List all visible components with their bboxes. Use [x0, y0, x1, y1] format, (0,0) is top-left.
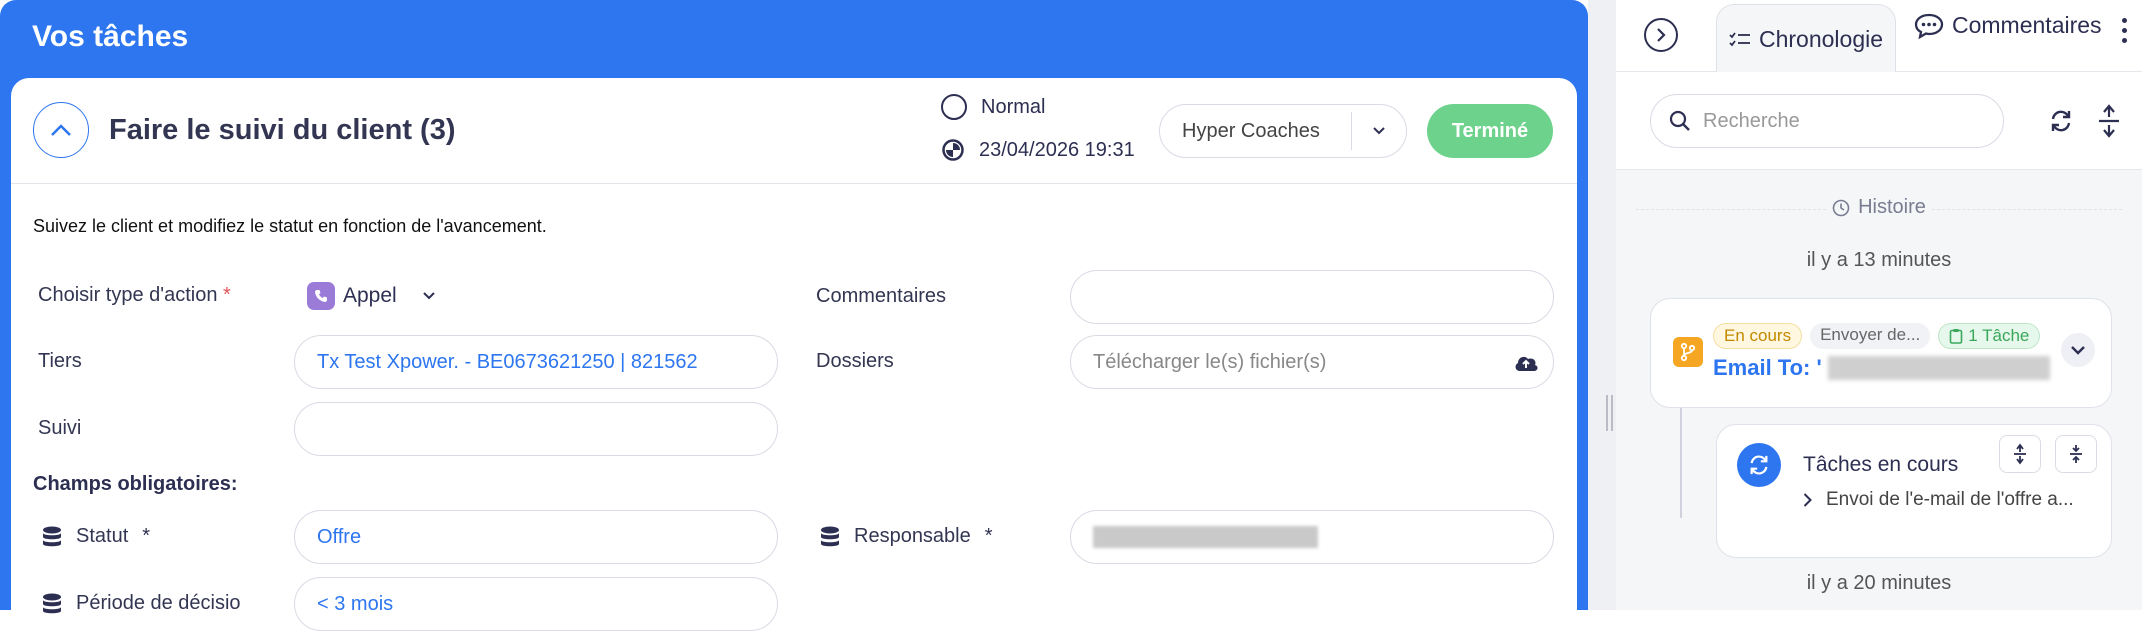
- task-card: Faire le suivi du client (3) Normal 23/0…: [11, 78, 1577, 631]
- periode-label-text: Période de décisio: [76, 592, 241, 614]
- subtask-card[interactable]: Tâches en cours Envoi de l'e-mail de l'o…: [1716, 424, 2112, 558]
- event-title: Email To: ': [1713, 355, 2050, 381]
- clipboard-icon: [1949, 329, 1963, 344]
- task-count-label: 1 Tâche: [1968, 326, 2030, 345]
- resize-handle[interactable]: [1606, 395, 1616, 431]
- action-type-label-text: Choisir type d'action: [38, 284, 218, 306]
- panel-title: Vos tâches: [32, 20, 189, 53]
- tab-label: Chronologie: [1759, 26, 1884, 52]
- done-button[interactable]: Terminé: [1427, 104, 1553, 158]
- tasks-panel: Vos tâches Faire le suivi du client (3) …: [0, 0, 1588, 631]
- priority-label: Normal: [981, 95, 1046, 118]
- suivi-field[interactable]: [294, 402, 778, 456]
- due-date: 23/04/2026 19:31: [941, 138, 1135, 162]
- comments-label: Commentaires: [816, 285, 947, 307]
- cloud-upload-icon[interactable]: [1513, 353, 1539, 373]
- tab-label: Commentaires: [1952, 12, 2102, 38]
- chevron-right-icon: [1657, 28, 1666, 42]
- team-select[interactable]: Hyper Coaches: [1159, 104, 1407, 158]
- event-time-ago: il y a 20 minutes: [1806, 572, 1952, 594]
- search-placeholder: Recherche: [1703, 109, 1800, 132]
- periode-label: Période de décisio: [42, 592, 241, 621]
- files-placeholder: Télécharger le(s) fichier(s): [1093, 350, 1327, 373]
- sync-icon: [1737, 443, 1781, 487]
- tiers-label: Tiers: [38, 350, 82, 372]
- collapse-button[interactable]: [33, 102, 89, 158]
- divider: [11, 183, 1577, 184]
- required-mark: *: [142, 525, 151, 547]
- responsable-field[interactable]: [1070, 510, 1554, 564]
- priority-radio-icon[interactable]: [941, 94, 967, 120]
- files-upload-field[interactable]: Télécharger le(s) fichier(s): [1070, 335, 1554, 389]
- action-type-label: Choisir type d'action *: [38, 284, 231, 307]
- timeline-connector: [1680, 408, 1682, 518]
- chevron-right-icon: [1803, 493, 1812, 507]
- required-mark: *: [223, 284, 231, 306]
- redacted-email: [1827, 356, 2050, 380]
- activity-sidebar: Chronologie Commentaires Recherche Histo…: [1616, 0, 2142, 610]
- team-select-value: Hyper Coaches: [1182, 119, 1320, 142]
- search-input[interactable]: Recherche: [1650, 94, 2004, 148]
- subtask-title: Tâches en cours: [1803, 453, 1959, 476]
- responsable-label-text: Responsable: [854, 525, 971, 547]
- tab-chronologie[interactable]: Chronologie: [1716, 4, 1896, 74]
- status-badge: En cours: [1713, 323, 1803, 349]
- expand-icon: [2014, 443, 2026, 465]
- event-badges: En cours Envoyer de... 1 Tâche: [1713, 323, 2041, 349]
- tab-commentaires[interactable]: Commentaires: [1914, 12, 2114, 39]
- search-icon: [1669, 110, 1690, 131]
- event-time-ago: il y a 13 minutes: [1806, 249, 1952, 271]
- collapse-subtasks-button[interactable]: [2055, 435, 2097, 473]
- database-icon: [43, 526, 61, 546]
- statut-field[interactable]: Offre: [294, 510, 778, 564]
- action-type-select[interactable]: Appel: [307, 282, 435, 310]
- panel-splitter[interactable]: [1588, 0, 1616, 610]
- history-header: Histoire: [1616, 196, 2142, 219]
- chevron-down-icon[interactable]: [423, 292, 435, 300]
- due-date-value: 23/04/2026 19:31: [979, 138, 1135, 161]
- redacted-value: [1093, 526, 1318, 548]
- statut-label-text: Statut: [76, 525, 129, 547]
- history-icon: [1832, 199, 1850, 216]
- action-badge: Envoyer de...: [1810, 323, 1931, 349]
- database-icon: [821, 526, 839, 546]
- required-mark: *: [984, 525, 993, 547]
- comments-field[interactable]: [1070, 270, 1554, 324]
- action-type-value: Appel: [343, 284, 397, 307]
- history-label: Histoire: [1858, 196, 1926, 218]
- checklist-icon: [1729, 31, 1750, 46]
- refresh-icon[interactable]: [2046, 106, 2076, 136]
- files-label: Dossiers: [816, 350, 894, 372]
- tiers-field[interactable]: Tx Test Xpower. - BE0673621250 | 821562: [294, 335, 778, 389]
- collapse-icon: [2070, 445, 2082, 463]
- suivi-label: Suivi: [38, 417, 82, 439]
- comment-icon: [1914, 13, 1944, 39]
- more-options-icon[interactable]: [2122, 18, 2127, 43]
- responsable-label: Responsable *: [820, 525, 993, 554]
- database-icon: [43, 593, 61, 613]
- timeline-event-card[interactable]: En cours Envoyer de... 1 Tâche Email To:…: [1650, 298, 2112, 408]
- expand-sidebar-button[interactable]: [1644, 18, 1678, 52]
- subtask-item-label: Envoi de l'e-mail de l'offre a...: [1826, 489, 2074, 510]
- task-description: Suivez le client et modifiez le statut e…: [33, 216, 547, 236]
- workflow-branch-icon: [1673, 337, 1703, 367]
- periode-field[interactable]: < 3 mois: [294, 577, 778, 631]
- task-title: Faire le suivi du client (3): [109, 114, 456, 146]
- sidebar-tabbar: Chronologie Commentaires: [1616, 0, 2142, 74]
- sidebar-toolbar: Recherche: [1616, 72, 2142, 170]
- priority-selector[interactable]: Normal: [941, 94, 1045, 120]
- event-title-text: Email To: ': [1713, 355, 1822, 380]
- phone-icon: [307, 282, 335, 310]
- statut-label: Statut *: [42, 525, 150, 554]
- task-count-badge: 1 Tâche: [1938, 323, 2041, 349]
- required-section-title: Champs obligatoires:: [33, 473, 238, 495]
- expand-subtasks-button[interactable]: [1999, 435, 2041, 473]
- expand-all-icon[interactable]: [2094, 102, 2124, 140]
- chevron-down-icon[interactable]: [2061, 333, 2095, 367]
- chevron-up-icon: [51, 124, 71, 136]
- subtask-item[interactable]: Envoi de l'e-mail de l'offre a...: [1803, 489, 2074, 511]
- chevron-down-icon[interactable]: [1352, 127, 1406, 135]
- clock-icon: [942, 139, 964, 161]
